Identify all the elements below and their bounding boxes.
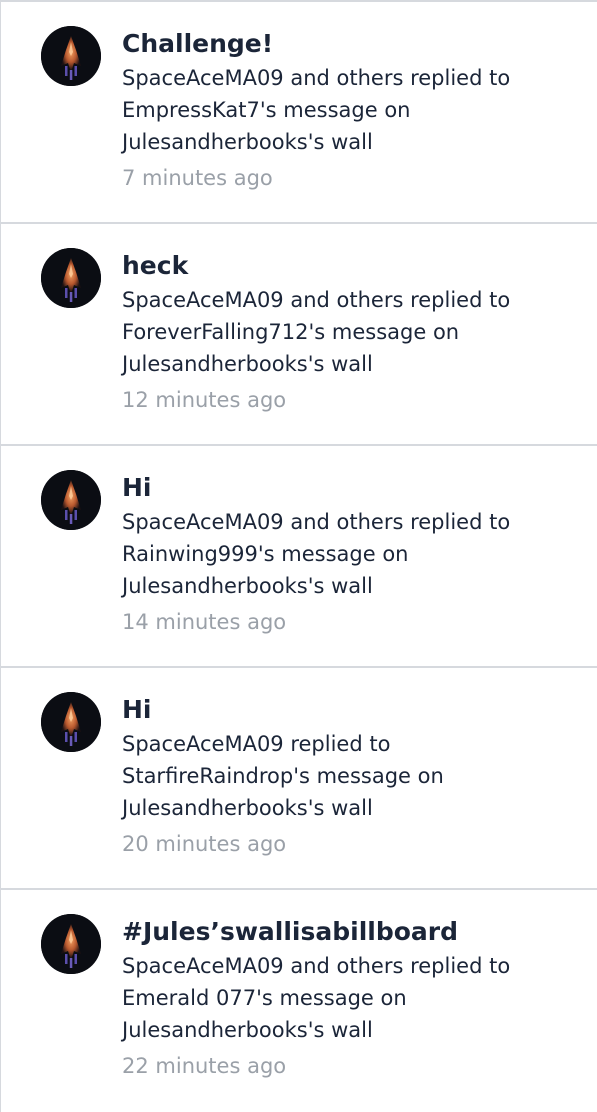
notification-item[interactable]: Hi SpaceAceMA09 and others replied to Ra… xyxy=(1,446,597,668)
spaceship-avatar-icon[interactable] xyxy=(41,914,101,974)
notification-timestamp: 12 minutes ago xyxy=(122,388,287,412)
notification-message: SpaceAceMA09 and others replied to Forev… xyxy=(122,288,511,376)
spaceship-avatar-icon[interactable] xyxy=(41,26,101,86)
notification-item[interactable]: Challenge! SpaceAceMA09 and others repli… xyxy=(1,2,597,224)
notification-message: SpaceAceMA09 and others replied to Emera… xyxy=(122,954,511,1042)
notification-title: Hi xyxy=(122,473,152,502)
notification-text: heck SpaceAceMA09 and others replied to … xyxy=(122,250,577,416)
notification-text: Hi SpaceAceMA09 and others replied to Ra… xyxy=(122,472,577,638)
notification-feed: Challenge! SpaceAceMA09 and others repli… xyxy=(0,0,597,1112)
spaceship-avatar-icon[interactable] xyxy=(41,470,101,530)
notification-title: Hi xyxy=(122,695,152,724)
notification-title: heck xyxy=(122,251,189,280)
notification-item[interactable]: #Jules’swallisabillboard SpaceAceMA09 an… xyxy=(1,890,597,1112)
spaceship-avatar-icon[interactable] xyxy=(41,692,101,752)
notification-text: #Jules’swallisabillboard SpaceAceMA09 an… xyxy=(122,916,577,1082)
notification-timestamp: 14 minutes ago xyxy=(122,610,287,634)
notification-message: SpaceAceMA09 replied to StarfireRaindrop… xyxy=(122,732,444,820)
notification-title: #Jules’swallisabillboard xyxy=(122,917,459,946)
notification-text: Hi SpaceAceMA09 replied to StarfireRaind… xyxy=(122,694,577,860)
notification-timestamp: 7 minutes ago xyxy=(122,166,273,190)
notification-timestamp: 22 minutes ago xyxy=(122,1054,287,1078)
spaceship-avatar-icon[interactable] xyxy=(41,248,101,308)
notification-item[interactable]: Hi SpaceAceMA09 replied to StarfireRaind… xyxy=(1,668,597,890)
notification-message: SpaceAceMA09 and others replied to Rainw… xyxy=(122,510,511,598)
notification-message: SpaceAceMA09 and others replied to Empre… xyxy=(122,66,511,154)
notification-timestamp: 20 minutes ago xyxy=(122,832,287,856)
notification-item[interactable]: heck SpaceAceMA09 and others replied to … xyxy=(1,224,597,446)
notification-title: Challenge! xyxy=(122,29,274,58)
notification-text: Challenge! SpaceAceMA09 and others repli… xyxy=(122,28,577,194)
